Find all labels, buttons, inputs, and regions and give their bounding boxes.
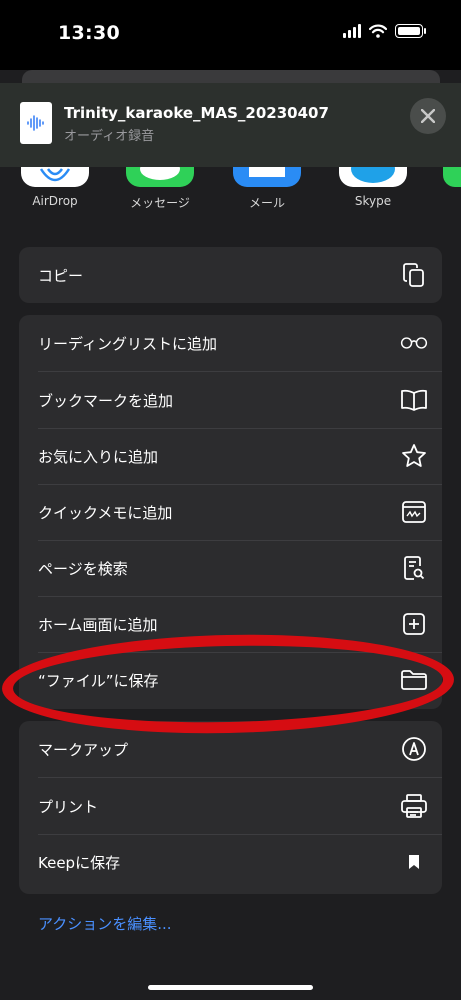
app-partial-tile[interactable] — [443, 167, 461, 187]
quick-note-icon — [400, 498, 428, 526]
action-label: ホーム画面に追加 — [38, 615, 158, 634]
app-label: Skype — [354, 194, 392, 208]
action-add-reading-list[interactable]: リーディングリストに追加 — [19, 315, 442, 371]
wifi-icon — [369, 24, 387, 38]
file-subtitle: オーディオ録音 — [64, 129, 155, 144]
action-group-copy: コピー — [19, 247, 442, 303]
action-label: コピー — [38, 266, 84, 285]
audio-file-icon — [20, 102, 52, 144]
messages-icon — [126, 158, 194, 187]
action-find-on-page[interactable]: ページを検索 — [19, 540, 442, 596]
glasses-icon — [400, 329, 428, 357]
action-label: ブックマークを追加 — [38, 391, 174, 410]
action-print[interactable]: プリント — [19, 778, 442, 834]
copy-icon — [400, 261, 428, 289]
action-add-quick-note[interactable]: クイックメモに追加 — [19, 484, 442, 540]
mail-icon — [233, 167, 301, 187]
bookmark-icon — [400, 848, 428, 876]
action-group-more: マークアップ プリント Keepに保存 — [19, 721, 442, 894]
action-add-favorites[interactable]: お気に入りに追加 — [19, 428, 442, 484]
action-copy[interactable]: コピー — [19, 247, 442, 303]
close-icon — [421, 109, 435, 123]
action-label: クイックメモに追加 — [38, 503, 173, 522]
cellular-signal-icon — [343, 24, 361, 38]
home-indicator[interactable] — [148, 985, 313, 990]
find-page-icon — [400, 554, 428, 582]
printer-icon — [400, 792, 428, 820]
file-title: Trinity_karaoke_MAS_20230407 — [64, 104, 329, 122]
book-icon — [400, 386, 428, 414]
edit-actions-link[interactable]: アクションを編集... — [38, 913, 172, 934]
action-label: プリント — [38, 797, 99, 816]
action-label: マークアップ — [38, 740, 129, 759]
app-label: メール — [248, 196, 285, 210]
action-label: Keepに保存 — [38, 853, 121, 872]
skype-icon — [339, 155, 407, 187]
app-label: AirDrop — [32, 194, 78, 208]
status-icons — [343, 24, 426, 38]
app-row: AirDrop メッセージ メール Skype — [0, 155, 461, 217]
status-bar: 13:30 — [0, 0, 461, 70]
battery-icon — [395, 24, 426, 38]
action-label: お気に入りに追加 — [38, 447, 159, 466]
star-icon — [400, 442, 428, 470]
close-button[interactable] — [410, 98, 446, 134]
markup-icon — [400, 735, 428, 763]
status-time: 13:30 — [58, 22, 120, 44]
airdrop-icon — [21, 167, 89, 187]
action-label: ページを検索 — [38, 559, 128, 578]
action-add-bookmark[interactable]: ブックマークを追加 — [19, 372, 442, 428]
add-square-icon — [400, 610, 428, 638]
action-save-to-keep[interactable]: Keepに保存 — [19, 834, 442, 890]
app-label: メッセージ — [130, 196, 190, 210]
action-label: リーディングリストに追加 — [38, 334, 217, 353]
